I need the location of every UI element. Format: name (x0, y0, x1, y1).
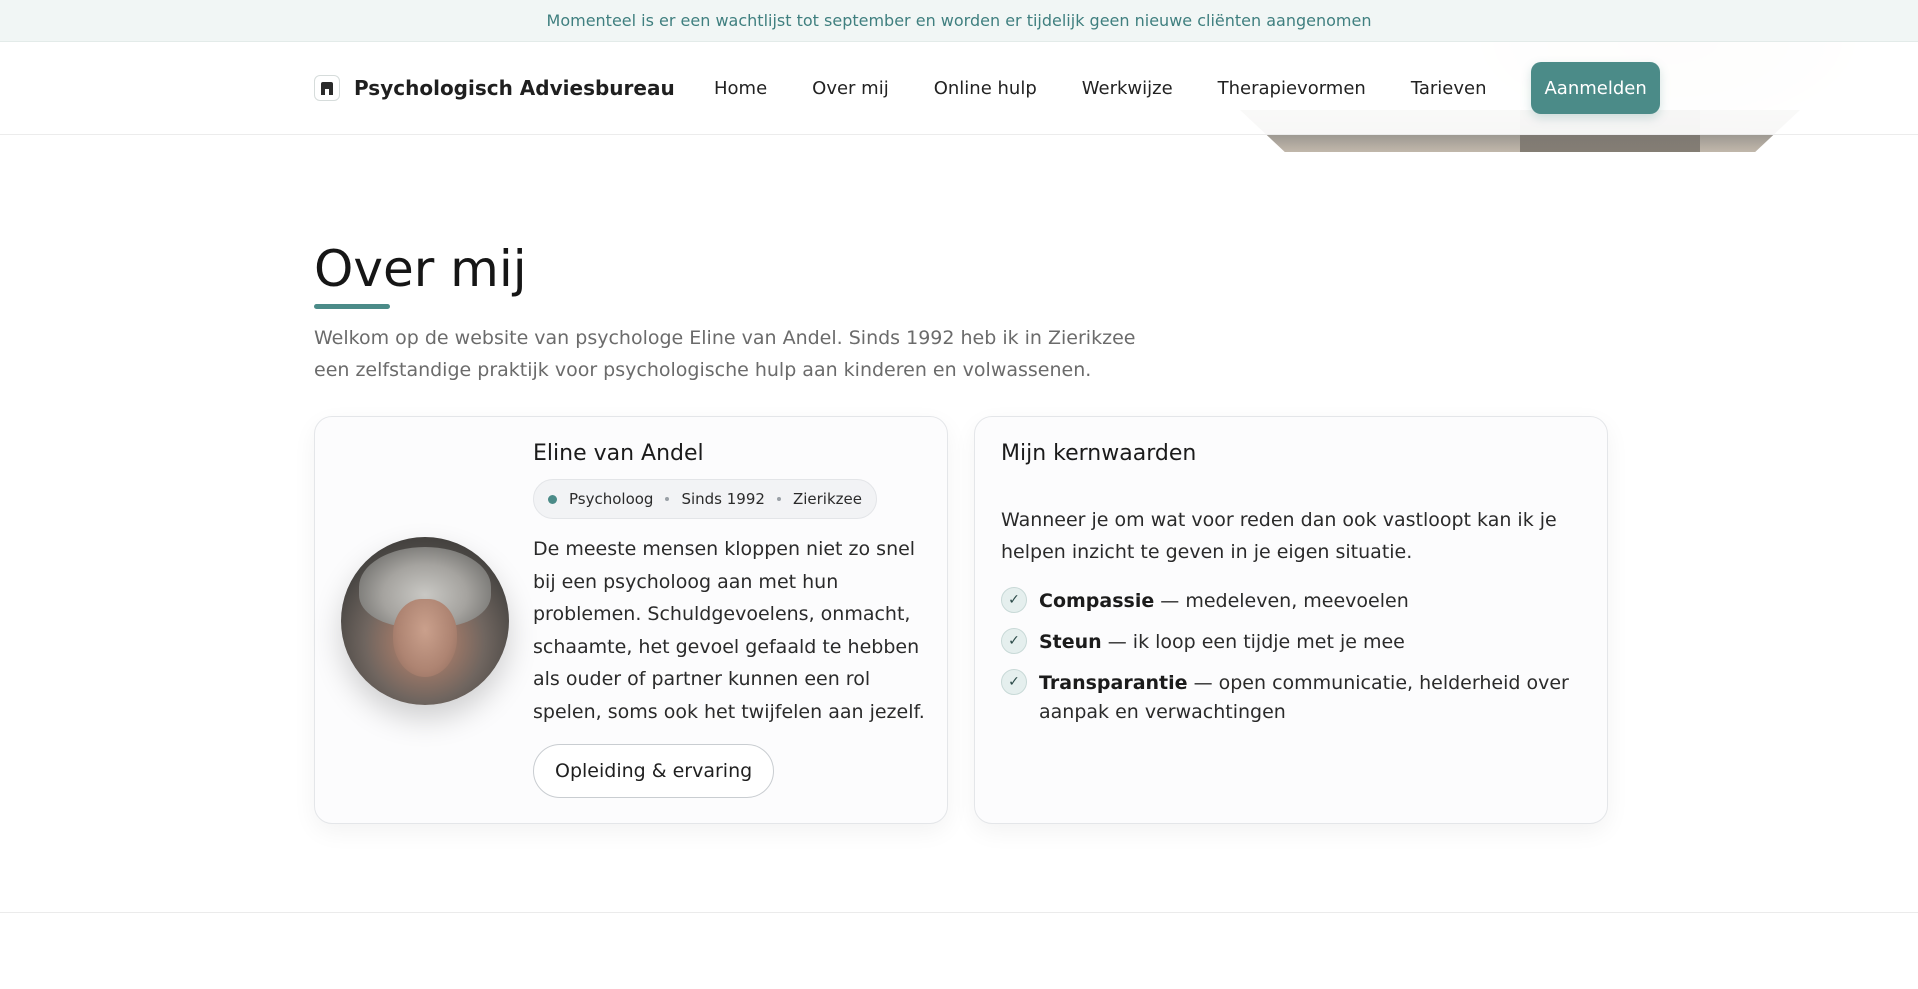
value-term: Transparantie (1039, 672, 1188, 694)
chip-location: Zierikzee (792, 490, 862, 508)
announcement-text: Momenteel is er een wachtlijst tot septe… (546, 11, 1372, 30)
nav-item-therapievormen[interactable]: Therapievormen (1218, 78, 1366, 99)
values-list: ✓ Compassie — medeleven, meevoelen ✓ Ste… (1001, 587, 1581, 739)
check-icon: ✓ (1001, 587, 1027, 613)
check-icon: ✓ (1001, 628, 1027, 654)
brand[interactable]: Psychologisch Adviesbureau (314, 75, 675, 101)
value-desc: — ik loop een tijdje met je mee (1101, 631, 1405, 653)
value-term: Steun (1039, 631, 1102, 653)
values-card: Mijn kernwaarden Wanneer je om wat voor … (974, 416, 1608, 824)
profile-name: Eline van Andel (533, 441, 704, 466)
values-title: Mijn kernwaarden (1001, 441, 1197, 466)
status-dot-icon (548, 494, 557, 504)
aanmelden-button[interactable]: Aanmelden (1531, 62, 1660, 114)
chip-role: Psycholoog (569, 490, 654, 508)
nav-item-home[interactable]: Home (714, 78, 767, 99)
announcement-bar: Momenteel is er een wachtlijst tot septe… (0, 0, 1918, 42)
separator-dot-icon (665, 497, 670, 501)
page-title: Over mij (314, 240, 527, 298)
avatar (341, 537, 509, 705)
main-navigation: Psychologisch Adviesbureau Home Over mij… (0, 42, 1918, 135)
section-divider (0, 912, 1918, 913)
separator-dot-icon (776, 497, 781, 501)
chip-since: Sinds 1992 (681, 490, 765, 508)
values-intro: Wanneer je om wat voor reden dan ook vas… (1001, 509, 1557, 563)
nav-item-over-mij[interactable]: Over mij (812, 78, 889, 99)
profile-chips: Psycholoog Sinds 1992 Zierikzee (533, 479, 877, 519)
nav-item-tarieven[interactable]: Tarieven (1411, 78, 1487, 99)
check-icon: ✓ (1001, 669, 1027, 695)
nav-item-werkwijze[interactable]: Werkwijze (1082, 78, 1173, 99)
value-desc: — medeleven, meevoelen (1154, 590, 1409, 612)
value-term: Compassie (1039, 590, 1155, 612)
nav-menu: Home Over mij Online hulp Werkwijze Ther… (714, 62, 1660, 114)
list-item: ✓ Compassie — medeleven, meevoelen (1001, 587, 1581, 616)
building-icon (314, 75, 340, 101)
list-item: ✓ Steun — ik loop een tijdje met je mee (1001, 628, 1581, 657)
title-underline (314, 304, 390, 309)
intro-text: Welkom op de website van psychologe Elin… (314, 327, 1136, 381)
list-item: ✓ Transparantie — open communicatie, hel… (1001, 669, 1581, 727)
profile-card: Eline van Andel Psycholoog Sinds 1992 Zi… (314, 416, 948, 824)
brand-name: Psychologisch Adviesbureau (354, 76, 675, 100)
opleiding-ervaring-button[interactable]: Opleiding & ervaring (533, 744, 775, 798)
nav-item-online-hulp[interactable]: Online hulp (934, 78, 1037, 99)
profile-bio: De meeste mensen kloppen niet zo snel bi… (533, 538, 925, 723)
